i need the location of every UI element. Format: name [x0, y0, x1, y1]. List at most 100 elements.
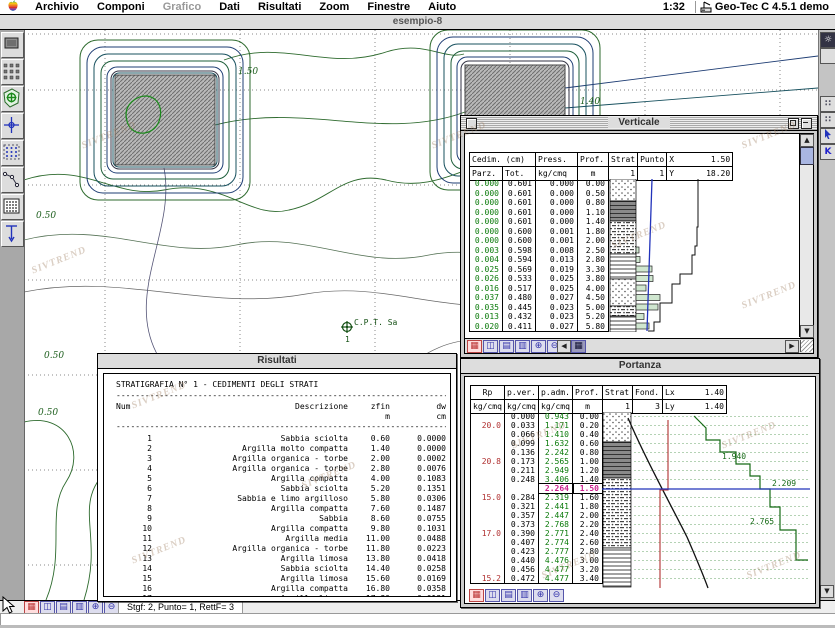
layout-icon[interactable]: ◫: [485, 589, 500, 602]
cell-descr: Argilla compatta: [152, 503, 348, 513]
table-row[interactable]: 0.440 4.476 3.00: [471, 556, 603, 565]
scroll-up-arrow[interactable]: ▲: [800, 134, 814, 147]
zoom-out-icon[interactable]: ⊖: [549, 589, 564, 602]
scroll-down-arrow[interactable]: ▼: [800, 325, 814, 338]
save-icon[interactable]: ▤: [501, 589, 516, 602]
scrollbar-thumb[interactable]: [800, 147, 814, 165]
menu-item[interactable]: Archivio: [26, 1, 88, 13]
verticale-vscrollbar[interactable]: ▲ ▼: [799, 134, 813, 337]
table-row[interactable]: 0.099 1.632 0.60: [471, 439, 603, 448]
menu-item[interactable]: Dati: [210, 1, 249, 13]
table-row[interactable]: 0.456 4.477 3.20: [471, 565, 603, 574]
blank-tool[interactable]: [820, 48, 835, 64]
menu-item[interactable]: Aiuto: [419, 1, 465, 13]
table-row[interactable]: 15.0 0.284 2.319 1.60: [471, 493, 603, 502]
risultati-titlebar[interactable]: Risultati: [98, 354, 456, 369]
print-icon[interactable]: ▥: [517, 589, 532, 602]
dot-grid-icon[interactable]: [1, 140, 24, 166]
table-row[interactable]: 0.035 0.445 0.023 5.00: [470, 303, 609, 313]
portanza-titlebar[interactable]: Portanza: [461, 359, 819, 374]
menu-item[interactable]: Componi: [88, 1, 154, 13]
zoom-in-icon[interactable]: ⊕: [533, 589, 548, 602]
pointer-icon[interactable]: [820, 128, 835, 144]
table-row[interactable]: 0.000 0.601 0.000 0.00: [470, 179, 609, 189]
table-row[interactable]: 0.000 0.601 0.000 1.40: [470, 217, 609, 227]
report-header-table: Num Descrizione zfin dw m cm: [116, 401, 446, 421]
table-row[interactable]: 0.357 2.447 2.00: [471, 511, 603, 520]
table-row[interactable]: 0.000 0.600 0.001 1.80: [470, 227, 609, 237]
scroll-left-arrow[interactable]: ◀: [557, 340, 571, 353]
plan-view-icon[interactable]: [1, 32, 24, 58]
save-icon[interactable]: ▤: [499, 340, 514, 353]
table-row[interactable]: 0.373 2.768 2.20: [471, 520, 603, 529]
table-row[interactable]: 0.000 0.943 0.00: [471, 412, 603, 421]
table-row[interactable]: 2.264 1.50: [471, 484, 603, 493]
dot-matrix-icon[interactable]: [1, 194, 24, 220]
table-row[interactable]: 0.000 0.601 0.000 0.80: [470, 198, 609, 208]
table-row[interactable]: 20.0 0.033 1.171 0.20: [471, 421, 603, 430]
grid-red-icon[interactable]: ▦: [469, 589, 484, 602]
cell-zfin: 15.60: [348, 573, 390, 583]
cell-rp: 15.0: [471, 493, 505, 502]
pile-tool-icon[interactable]: [1, 221, 24, 247]
polyline-icon[interactable]: [1, 167, 24, 193]
collapse-box-icon[interactable]: [801, 118, 812, 129]
zoom-box-icon[interactable]: [788, 118, 799, 129]
table-row[interactable]: 0.025 0.569 0.019 3.30: [470, 265, 609, 275]
app-icon[interactable]: [700, 1, 713, 13]
layout-icon[interactable]: ◫: [483, 340, 498, 353]
table-row[interactable]: 0.248 3.406 1.40: [471, 475, 603, 484]
table-row[interactable]: 0.037 0.480 0.027 4.50: [470, 293, 609, 303]
table-row[interactable]: 0.000 0.601 0.000 0.50: [470, 189, 609, 199]
menu-item[interactable]: Grafico: [154, 1, 211, 13]
gear-icon[interactable]: ☼: [820, 32, 835, 48]
crosshair-icon[interactable]: [1, 113, 24, 139]
table-row[interactable]: 15.2 0.472 4.477 3.40: [471, 574, 603, 584]
foundation-pad-west[interactable]: [115, 75, 215, 165]
verticale-content: Cedim. (cm) Press. Prof. Strat Punto X1.…: [464, 133, 814, 354]
table-row[interactable]: 0.000 0.601 0.000 1.10: [470, 208, 609, 218]
table-row[interactable]: 17.0 0.390 2.771 2.40: [471, 529, 603, 538]
table-mode-icon[interactable]: ▦: [571, 340, 586, 353]
scroll-down-arrow[interactable]: ▼: [820, 585, 834, 598]
table-row[interactable]: 0.013 0.432 0.023 5.20: [470, 312, 609, 322]
table-row[interactable]: 0.321 2.441 1.80: [471, 502, 603, 511]
verticale-titlebar[interactable]: Verticale: [461, 116, 817, 131]
table-row[interactable]: 0.003 0.598 0.008 2.50: [470, 246, 609, 256]
resize-grip[interactable]: [800, 340, 813, 352]
dots-icon[interactable]: ∷: [820, 96, 835, 112]
cell-zfin: 14.40: [348, 563, 390, 573]
scroll-right-arrow[interactable]: ▶: [785, 340, 799, 353]
table-row[interactable]: 0.423 2.777 2.80: [471, 547, 603, 556]
menu-item[interactable]: Zoom: [310, 1, 358, 13]
cell-padm: 2.447: [539, 511, 573, 520]
app-name[interactable]: Geo-Tec C 4.5.1 demo: [713, 1, 835, 13]
print-icon[interactable]: ▥: [515, 340, 530, 353]
point-grid-icon[interactable]: [1, 59, 24, 85]
apple-menu[interactable]: [0, 0, 26, 15]
menu-clock[interactable]: 1:32: [657, 1, 691, 13]
close-box-icon[interactable]: [466, 118, 477, 129]
table-row[interactable]: 0.020 0.411 0.027 5.80: [470, 322, 609, 332]
table-row[interactable]: 0.407 2.774 2.60: [471, 538, 603, 547]
cell-dw: 0.0000: [390, 443, 446, 453]
k-tool[interactable]: K: [820, 144, 835, 160]
table-row[interactable]: 0.004 0.594 0.013 2.80: [470, 255, 609, 265]
table-row[interactable]: 0.026 0.533 0.025 3.80: [470, 274, 609, 284]
portanza-body: 0.000 0.943 0.00 20.0 0.033 1.171 0.20 0…: [470, 412, 603, 584]
table-row[interactable]: 0.211 2.949 1.20: [471, 466, 603, 475]
dots-icon[interactable]: ∷: [820, 112, 835, 128]
table-row[interactable]: 20.8 0.173 2.565 1.00: [471, 457, 603, 466]
site-map-icon[interactable]: [1, 86, 24, 112]
document-window-titlebar[interactable]: esempio-8: [0, 14, 835, 30]
lx-value: 1.40: [705, 388, 724, 397]
menu-item[interactable]: Risultati: [249, 1, 310, 13]
table-row[interactable]: 0.136 2.242 0.80: [471, 448, 603, 457]
menu-item[interactable]: Finestre: [358, 1, 419, 13]
zoom-in-icon[interactable]: ⊕: [531, 340, 546, 353]
table-row[interactable]: 0.066 1.410 0.40: [471, 430, 603, 439]
cell-dw: 0.1083: [390, 473, 446, 483]
table-row[interactable]: 0.016 0.517 0.025 4.00: [470, 284, 609, 294]
grid-red-icon[interactable]: ▦: [467, 340, 482, 353]
table-row[interactable]: 0.000 0.600 0.001 2.00: [470, 236, 609, 246]
